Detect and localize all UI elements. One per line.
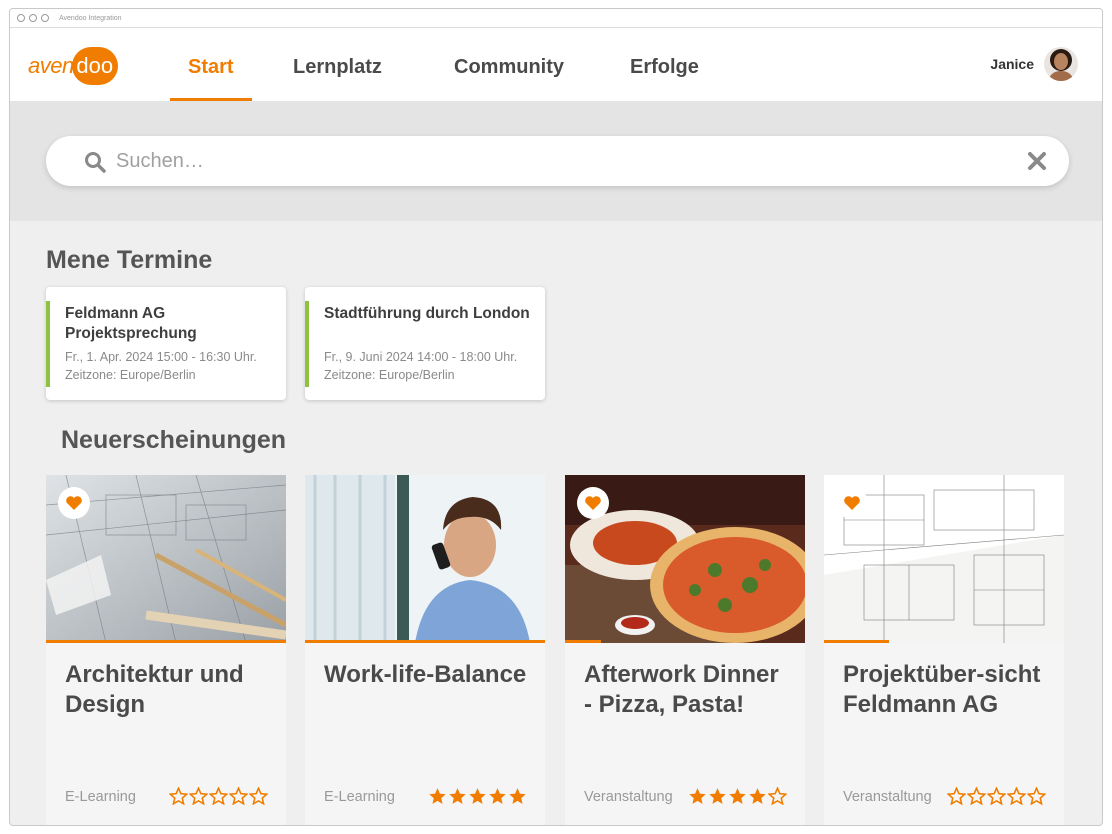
star-empty-icon[interactable] [1027, 787, 1046, 805]
search-bar [46, 136, 1069, 186]
logo-text-aven: aven [28, 53, 74, 78]
course-image-architecture [46, 475, 286, 643]
user-avatar[interactable] [1044, 47, 1078, 81]
window-title: Avendoo Integration [59, 14, 122, 22]
window-close-dot[interactable] [17, 14, 25, 22]
user-menu[interactable]: Janice [990, 47, 1078, 81]
star-empty-icon[interactable] [229, 787, 248, 805]
tab-lernplatz[interactable]: Lernplatz [293, 56, 382, 79]
star-empty-icon[interactable] [947, 787, 966, 805]
course-type: Veranstaltung [584, 789, 673, 805]
search-icon[interactable] [84, 151, 106, 178]
star-filled-icon[interactable] [428, 787, 447, 805]
star-empty-icon[interactable] [768, 787, 787, 805]
star-filled-icon[interactable] [468, 787, 487, 805]
course-type: Veranstaltung [843, 789, 932, 805]
window-titlebar: Avendoo Integration [10, 9, 1102, 28]
favorite-heart-icon[interactable] [577, 487, 609, 519]
course-title: Projektüber-sicht Feldmann AG [843, 661, 1041, 718]
favorite-heart-icon[interactable] [58, 487, 90, 519]
star-filled-icon[interactable] [748, 787, 767, 805]
course-image-dinner [565, 475, 805, 643]
termin-title: Feldmann AG Projektsprechung [65, 305, 197, 342]
rating-stars[interactable] [947, 787, 1046, 805]
tab-erfolge[interactable]: Erfolge [630, 56, 699, 79]
termin-datetime: Fr., 9. Juni 2024 14:00 - 18:00 Uhr. Zei… [324, 350, 518, 382]
course-progress-bar [565, 640, 601, 643]
user-name: Janice [990, 56, 1034, 72]
course-progress-bar [46, 640, 286, 643]
star-empty-icon[interactable] [209, 787, 228, 805]
termine-heading: Mene Termine [46, 246, 213, 274]
termin-title: Stadtführung durch London [324, 305, 530, 322]
course-title: Architektur und Design [65, 661, 244, 718]
course-title: Afterwork Dinner - Pizza, Pasta! [584, 661, 779, 718]
course-progress-bar [305, 640, 545, 643]
termin-datetime: Fr., 1. Apr. 2024 15:00 - 16:30 Uhr. Zei… [65, 350, 257, 382]
rating-stars[interactable] [169, 787, 268, 805]
star-filled-icon[interactable] [488, 787, 507, 805]
star-empty-icon[interactable] [987, 787, 1006, 805]
star-filled-icon[interactable] [728, 787, 747, 805]
logo-text-doo: doo [71, 47, 118, 85]
course-card[interactable]: Architektur und Design E-Learning [46, 475, 286, 825]
window-minimize-dot[interactable] [29, 14, 37, 22]
termin-card[interactable]: Feldmann AG Projektsprechung Fr., 1. Apr… [46, 287, 286, 400]
course-image-drawings [824, 475, 1064, 643]
search-input[interactable] [116, 146, 996, 176]
star-empty-icon[interactable] [249, 787, 268, 805]
star-filled-icon[interactable] [688, 787, 707, 805]
star-filled-icon[interactable] [448, 787, 467, 805]
course-card[interactable]: Afterwork Dinner - Pizza, Pasta! Veranst… [565, 475, 805, 825]
star-empty-icon[interactable] [189, 787, 208, 805]
termin-card[interactable]: Stadtführung durch London Fr., 9. Juni 2… [305, 287, 545, 400]
tab-community[interactable]: Community [454, 56, 564, 79]
course-type: E-Learning [65, 789, 136, 805]
course-title: Work-life-Balance [324, 661, 527, 688]
star-empty-icon[interactable] [1007, 787, 1026, 805]
window-maximize-dot[interactable] [41, 14, 49, 22]
termin-color-bar [46, 301, 50, 387]
star-empty-icon[interactable] [169, 787, 188, 805]
tab-start[interactable]: Start [188, 56, 234, 79]
rating-stars[interactable] [688, 787, 787, 805]
clear-search-icon[interactable] [1027, 151, 1047, 176]
app-window: Avendoo Integration aven doo Start Lernp… [9, 8, 1103, 826]
favorite-heart-icon[interactable] [836, 487, 868, 519]
course-card[interactable]: Work-life-Balance E-Learning [305, 475, 545, 825]
rating-stars[interactable] [428, 787, 527, 805]
top-header: aven doo Start Lernplatz Community Erfol… [10, 28, 1102, 101]
star-filled-icon[interactable] [508, 787, 527, 805]
star-filled-icon[interactable] [708, 787, 727, 805]
course-progress-bar [824, 640, 889, 643]
avendoo-logo[interactable]: aven doo [28, 47, 118, 85]
course-image-work-life [305, 475, 545, 643]
course-card[interactable]: Projektüber-sicht Feldmann AG Veranstalt… [824, 475, 1064, 825]
neuerscheinungen-heading: Neuerscheinungen [61, 426, 287, 454]
course-type: E-Learning [324, 789, 395, 805]
search-section [10, 101, 1102, 221]
star-empty-icon[interactable] [967, 787, 986, 805]
termin-color-bar [305, 301, 309, 387]
